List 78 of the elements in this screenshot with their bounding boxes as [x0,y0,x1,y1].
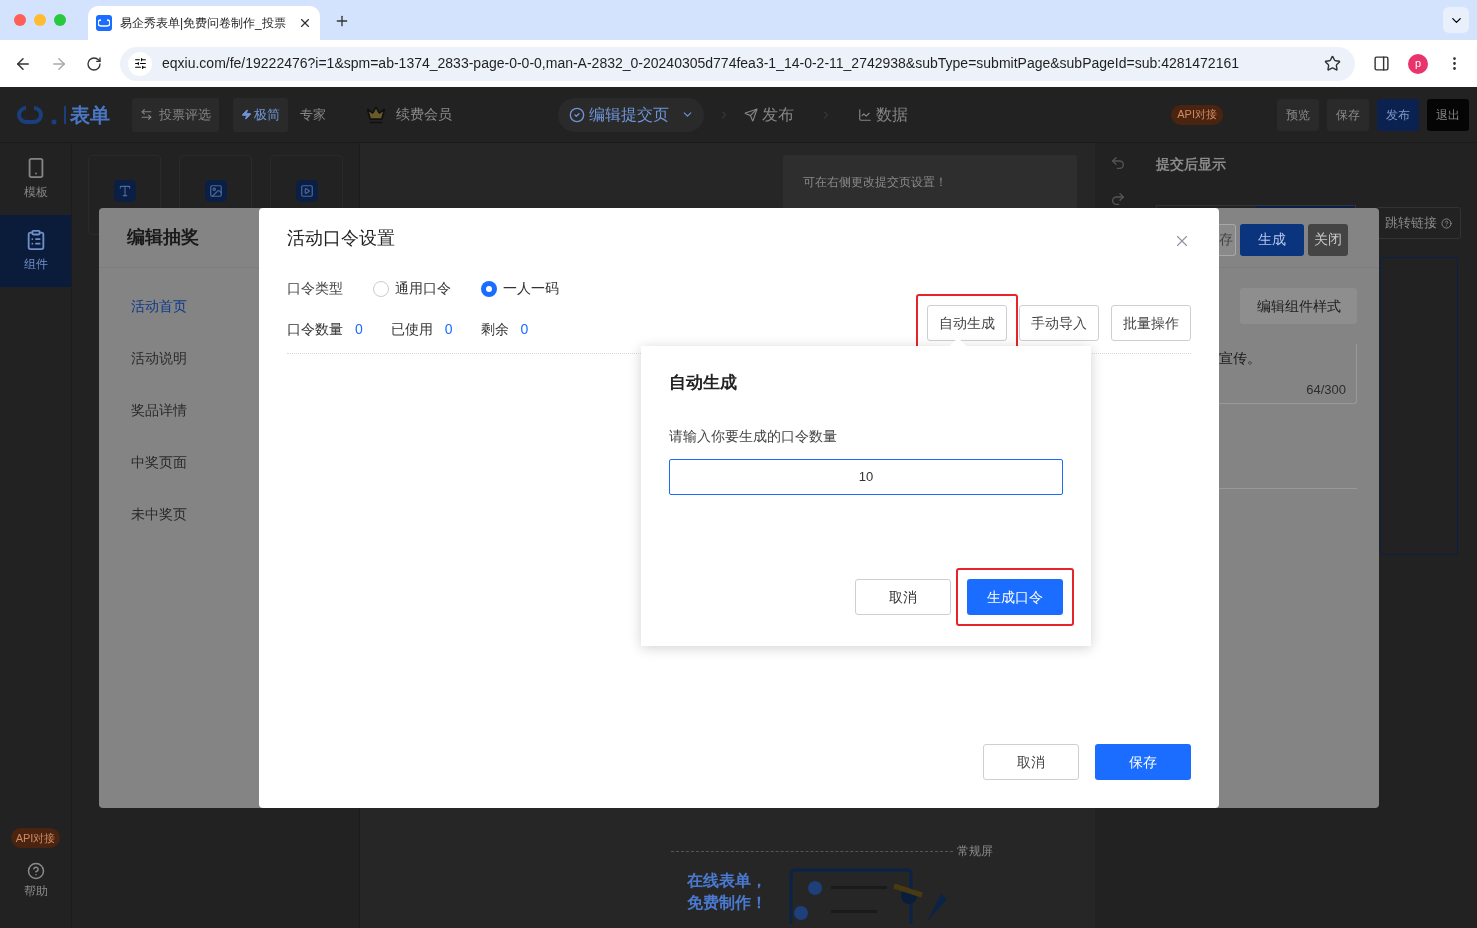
field-label: 口令类型 [287,279,343,298]
tab-title: 易企秀表单|免费问卷制作_投票 [120,15,287,32]
api-badge[interactable]: API对接 [10,828,61,848]
line-chart-icon [858,107,872,122]
radio-option[interactable]: 通用口令 [373,278,451,299]
image-icon [204,180,227,202]
renew-membership-link[interactable]: 续费会员 [396,104,452,125]
stat-value: 0 [355,320,363,339]
profile-avatar[interactable]: p [1408,53,1428,74]
lightning-icon [241,109,252,120]
mode-tab[interactable]: 极简 [233,97,288,132]
stat-value: 0 [520,320,529,339]
radio-option[interactable]: 一人一码 [481,278,559,299]
generate-codes-button[interactable]: 生成口令 [967,579,1063,615]
site-settings-icon[interactable] [128,51,152,76]
url-text: eqxiu.com/fe/19222476?i=1&spm=ab-1374_2833-page-0-0-0,man-A-2832_0-20240305d774fea3-1_14-0-2-11_2742938&subType=submitPage&subPageId=sub:4281472161 [162,54,1240,73]
radio-button[interactable] [481,280,497,297]
toolbar-button[interactable]: 关闭 [1308,223,1348,256]
lottery-nav-item[interactable]: 中奖页面 [99,436,259,488]
screen-size-label: 常规屏 [956,842,993,860]
lottery-nav-item[interactable]: 奖品详情 [99,384,259,436]
check-circle-icon [568,106,585,123]
lottery-nav-item[interactable]: 未中奖页 [99,488,259,540]
code-action-button[interactable]: 批量操作 [1111,305,1191,341]
video-icon [295,180,318,202]
close-tab-icon[interactable] [298,16,312,30]
cancel-button[interactable]: 取消 [855,579,951,615]
code-action-button[interactable]: 自动生成 [927,305,1007,341]
crown-icon [366,104,386,125]
header-action-button[interactable]: 预览 [1277,98,1319,131]
promo-text: 免费制作！ [686,893,767,913]
logo-mark-icon [14,104,58,125]
reload-icon[interactable] [86,55,102,72]
help-button[interactable]: 帮助 [23,862,48,900]
dialog-title: 活动口令设置 [287,226,395,250]
header-action-button[interactable]: 发布 [1377,98,1419,131]
header-action-button[interactable]: 保存 [1327,98,1369,131]
cancel-button[interactable]: 取消 [983,744,1079,780]
stat-label: 已使用 [390,320,433,339]
swap-arrows-icon [140,108,153,121]
publish-step[interactable]: 发布 [744,102,794,127]
edit-style-button[interactable]: 编辑组件样式 [1240,288,1357,324]
text-icon [113,180,136,202]
promo-text: 在线表单， [686,871,767,891]
quantity-input[interactable]: 10 [669,458,1063,495]
mode-tab[interactable]: 专家 [292,97,334,132]
help-icon [26,862,45,880]
tab-list-button[interactable] [1443,7,1469,33]
site-favicon-icon [96,15,112,31]
side-panel-icon[interactable] [1373,55,1390,72]
save-button[interactable]: 保存 [1095,744,1191,780]
popover-title: 自动生成 [669,372,738,394]
send-icon [744,107,758,122]
field-label: 请输入你要生成的口令数量 [669,426,838,446]
scene-button[interactable]: 投票评选 [132,97,219,132]
code-action-button[interactable]: 手动导入 [1019,305,1099,341]
new-tab-icon[interactable] [334,13,350,29]
api-badge[interactable]: API对接 [1171,104,1223,125]
dialog-title: 编辑抽奖 [127,226,199,249]
lottery-nav-item[interactable]: 活动首页 [99,280,259,332]
rail-item[interactable]: 组件 [0,215,71,287]
panel-title: 提交后显示 [1156,154,1227,174]
help-icon [1441,217,1452,229]
toolbar-button[interactable]: 生成 [1240,223,1304,256]
character-counter: 64/300 [1306,380,1346,399]
page-select-dropdown[interactable]: 编辑提交页 [558,97,704,132]
stat-value: 0 [444,320,453,339]
rail-item[interactable]: 模板 [0,143,71,215]
header-action-button[interactable]: 退出 [1427,98,1469,131]
address-bar[interactable]: eqxiu.com/fe/19222476?i=1&spm=ab-1374_2833-page-0-0-0,man-A-2832_0-20240305d774fea3-1_14-0-2-11_2742938&subType=submitPage&subPageId=sub:4281472161 [120,46,1355,81]
logo-text: 表单 [70,102,110,128]
stat-label: 口令数量 [287,320,343,339]
stat-label: 剩余 [480,320,509,339]
bookmark-star-icon[interactable] [1324,55,1341,72]
lottery-nav-item[interactable]: 活动说明 [99,332,259,384]
browser-tab[interactable]: 易企秀表单|免费问卷制作_投票 [88,6,320,40]
notice-card: 可在右侧更改提交页设置！ [783,155,1077,209]
data-step[interactable]: 数据 [858,102,908,127]
